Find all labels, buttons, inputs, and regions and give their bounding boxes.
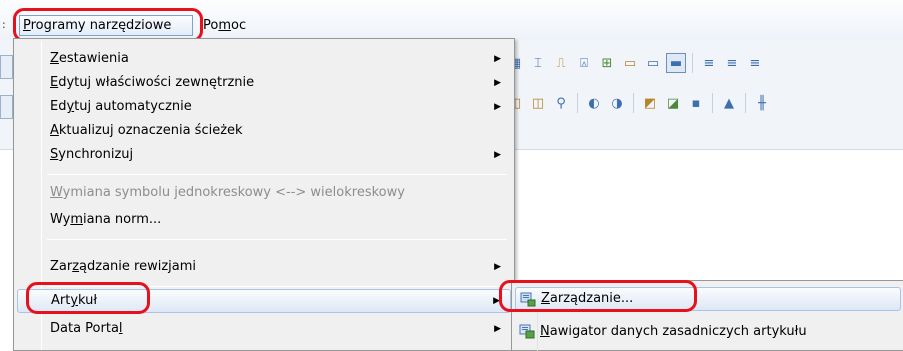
menu-item-artykul[interactable]: Artykuł ▶ <box>17 289 511 313</box>
label-part: iana norm... <box>83 212 162 227</box>
toolbar-separator <box>692 53 693 73</box>
submenu-arrow-icon: ▶ <box>494 102 501 112</box>
submenu-artykul: Zarządzanie... Nawigator danych zasadnic… <box>511 280 903 351</box>
submenu-arrow-icon: ▶ <box>494 54 501 64</box>
toolbar-button[interactable]: ≡ <box>722 53 742 73</box>
toolbar-button[interactable]: ◐ <box>584 93 604 113</box>
toolbar-button[interactable]: ◩ <box>640 93 660 113</box>
menu-mnemonic: m <box>218 18 232 33</box>
label-part: ktualizuj oznaczenia ścieżek <box>58 123 243 138</box>
submenu-arrow-icon: ▶ <box>494 262 501 272</box>
toolbar-button[interactable]: ╫ <box>752 93 772 113</box>
menu-separator <box>47 174 507 175</box>
toolbar-button[interactable]: ⍓ <box>574 53 594 73</box>
toolbar-button[interactable]: ⚲ <box>551 93 571 113</box>
mnemonic: Z <box>541 291 550 306</box>
label-part: Wy <box>50 212 71 227</box>
label-part: kuł <box>78 293 98 308</box>
menu-item-aktualizuj-oznaczenia[interactable]: Aktualizuj oznaczenia ścieżek <box>17 119 511 143</box>
toolbar-row-1: ▦ ⌶ ⎍ ⍓ ⊞ ▭ ▭ ▬ ≡ ≡ ≡ <box>505 49 765 77</box>
toolbar-button[interactable]: ▭ <box>620 53 640 73</box>
toolbar-button[interactable]: ⌶ <box>528 53 548 73</box>
toolbar-stub <box>0 55 13 79</box>
menu-label: rogramy narzędziowe <box>30 18 172 33</box>
menu-programy-narzedziowe[interactable]: Programy narzędziowe <box>19 15 193 36</box>
article-management-icon <box>520 292 536 307</box>
toolbar-separator <box>712 93 713 113</box>
mnemonic: A <box>50 123 59 138</box>
mnemonic: E <box>50 75 59 90</box>
submenu-arrow-icon: ▶ <box>493 296 500 306</box>
toolbar-button[interactable]: ▭ <box>643 53 663 73</box>
label-part: estawienia <box>58 51 129 66</box>
menu-label-part: oc <box>231 18 247 33</box>
menu-item-zestawienia[interactable]: Zestawienia ▶ <box>17 47 511 71</box>
submenu-arrow-icon: ▶ <box>494 78 501 88</box>
menu-item-wymiana-norm[interactable]: Wymiana norm... <box>17 208 511 232</box>
menu-item-zarzadzanie-rewizjami[interactable]: Zarządzanie rewizjami ▶ <box>17 255 511 279</box>
toolbar-button[interactable]: ⎍ <box>551 53 571 73</box>
menu-label-part: Po <box>203 18 219 33</box>
mnemonic: y <box>70 293 79 308</box>
menu-pomoc[interactable]: Pomoc <box>199 15 250 36</box>
menu-mnemonic: P <box>23 18 31 33</box>
menu-item-edytuj-automatycznie[interactable]: Edytuj automatycznie ▶ <box>17 95 511 119</box>
label-part: Art <box>51 293 71 308</box>
menubar-edge-glyph: : <box>2 18 6 31</box>
label-part: arządzanie... <box>549 291 634 306</box>
toolbar-separator <box>577 93 578 113</box>
menu-item-edytuj-wlasciwosci[interactable]: Edytuj właściwości zewnętrznie ▶ <box>17 71 511 95</box>
toolbar-button[interactable]: ▪ <box>686 93 706 113</box>
submenu-arrow-icon: ▶ <box>494 324 501 334</box>
label-part: Zar <box>50 259 73 274</box>
toolbar-stub <box>0 95 13 119</box>
toolbar-button-selected[interactable]: ▬ <box>666 53 686 73</box>
submenu-item-zarzadzanie[interactable]: Zarządzanie... <box>515 287 901 311</box>
toolbar-button[interactable]: ◪ <box>663 93 683 113</box>
menu-item-wymiana-symbolu: Wymiana symbolu jednokreskowy <--> wielo… <box>17 181 511 205</box>
label-part: awigator danych zasadniczych artykułu <box>549 324 807 339</box>
menu-separator <box>47 239 507 240</box>
toolbar-button[interactable]: ≡ <box>745 53 765 73</box>
mnemonic: N <box>540 324 550 339</box>
mnemonic: l <box>118 321 123 336</box>
toolbar-row-2: ◫ ◫ ⚲ ◐ ◑ ◩ ◪ ▪ ▲ ╫ <box>505 89 772 117</box>
toolbar-separator <box>745 93 746 113</box>
toolbar-button[interactable]: ≡ <box>699 53 719 73</box>
toolbar-button[interactable]: ◫ <box>528 93 548 113</box>
label-part: tuj automatycznie <box>74 99 192 114</box>
toolbar-button[interactable]: ▲ <box>719 93 739 113</box>
submenu-arrow-icon: ▶ <box>494 150 501 160</box>
menu-separator <box>47 286 507 287</box>
label-part: Data Porta <box>50 321 119 336</box>
label-part: ymiana symbolu jednokreskowy <--> wielok… <box>62 185 405 200</box>
menu-item-synchronizuj[interactable]: Synchronizuj ▶ <box>17 143 511 167</box>
label-part: ądzanie rewizjami <box>79 259 197 274</box>
toolbar-button[interactable]: ⊞ <box>597 53 617 73</box>
label-part: Ed <box>50 99 67 114</box>
mnemonic: m <box>70 212 83 227</box>
label-part: ynchronizuj <box>58 147 134 162</box>
mnemonic: Z <box>50 51 59 66</box>
toolbar-separator <box>633 93 634 113</box>
dropdown-programy-narzedziowe: Zestawienia ▶ Edytuj właściwości zewnętr… <box>13 38 515 351</box>
toolbar-button[interactable]: ◑ <box>607 93 627 113</box>
article-navigator-icon <box>519 324 535 339</box>
menu-item-data-portal[interactable]: Data Portal ▶ <box>17 317 511 341</box>
label-part: dytuj właściwości zewnętrznie <box>58 75 255 90</box>
mnemonic: W <box>50 185 63 200</box>
submenu-item-nawigator[interactable]: Nawigator danych zasadniczych artykułu <box>515 320 901 344</box>
menu-bar: : Programy narzędziowe Pomoc <box>0 0 903 40</box>
